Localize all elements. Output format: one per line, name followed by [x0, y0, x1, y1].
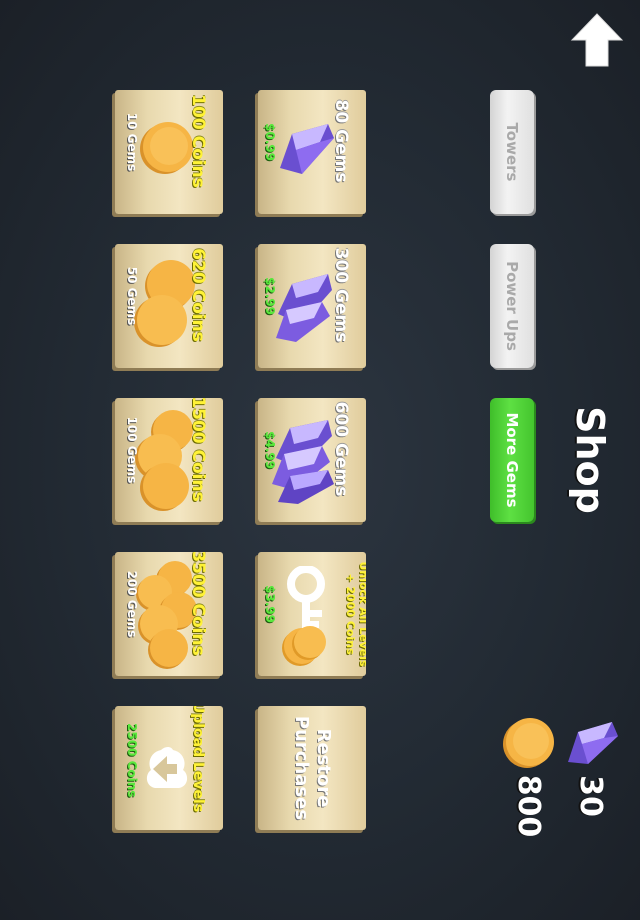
upload-levels-card[interactable]: Upload Levels 2500 Coins	[115, 706, 223, 830]
gem-offer-card[interactable]: 600 Gems $4.99	[258, 398, 366, 522]
offer-price: $0.99	[263, 123, 277, 161]
gem-icon	[568, 722, 618, 764]
offer-cost: 10 Gems	[125, 112, 139, 172]
tab-more-gems[interactable]: More Gems	[490, 398, 534, 522]
offer-cost: 50 Gems	[125, 266, 139, 326]
coin-icon	[503, 718, 554, 768]
offer-price: $3.99	[263, 585, 277, 623]
gem-balance: 30	[573, 775, 608, 817]
offer-title: 3500 Coins	[188, 552, 208, 656]
coin-balance: 800	[511, 774, 546, 838]
offer-title: 620 Coins	[188, 248, 208, 342]
offer-title: 600 Gems	[331, 401, 351, 497]
offer-price: $2.99	[263, 277, 277, 315]
offer-reward: 2500 Coins	[125, 723, 139, 798]
unlock-all-levels-card[interactable]: Unlock All Levels + 2000 Coins $3.99	[258, 552, 366, 676]
offer-title: 80 Gems	[331, 99, 351, 183]
offer-title: 100 Coins	[188, 94, 208, 188]
tab-power-ups[interactable]: Power Ups	[490, 244, 534, 368]
tab-towers[interactable]: Towers	[490, 90, 534, 214]
offer-title: Unlock All Levels + 2000 Coins	[344, 561, 366, 667]
coin-offer-card[interactable]: 3500 Coins 200 Gems	[115, 552, 223, 676]
coin-offer-card[interactable]: 1500 Coins 100 Gems	[115, 398, 223, 522]
page-title: Shop	[568, 406, 612, 514]
tab-label: Towers	[503, 122, 521, 182]
offer-cost: 100 Gems	[125, 416, 139, 484]
tab-label: More Gems	[503, 412, 521, 508]
offer-cost: 200 Gems	[125, 570, 139, 638]
up-arrow-icon[interactable]	[570, 12, 624, 68]
restore-purchases-label: Restore Purchases	[291, 715, 334, 821]
gem-icon	[280, 124, 334, 174]
key-icon	[287, 566, 325, 628]
gem-icon	[276, 274, 332, 342]
tab-label: Power Ups	[503, 261, 521, 351]
upload-cloud-icon	[146, 747, 188, 788]
coin-icon	[282, 626, 326, 666]
gem-offer-card[interactable]: 80 Gems $0.99	[258, 90, 366, 214]
coin-offer-card[interactable]: 100 Coins 10 Gems	[115, 90, 223, 214]
offer-title: 1500 Coins	[188, 398, 208, 502]
gem-offer-card[interactable]: 300 Gems $2.99	[258, 244, 366, 368]
offer-title: 300 Gems	[331, 247, 351, 343]
offer-price: $4.99	[263, 431, 277, 469]
offer-title: Upload Levels	[190, 706, 206, 813]
restore-purchases-button[interactable]: Restore Purchases	[258, 706, 366, 830]
coin-offer-card[interactable]: 620 Coins 50 Gems	[115, 244, 223, 368]
